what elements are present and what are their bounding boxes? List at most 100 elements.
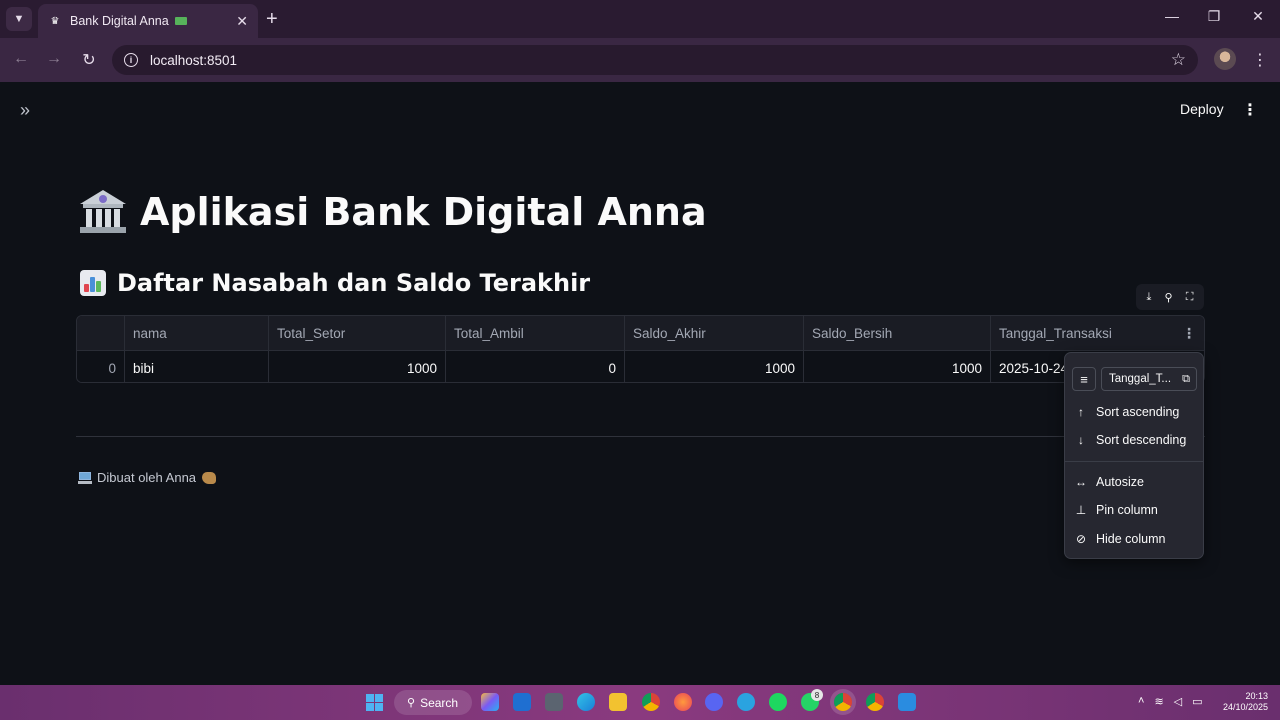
divider [76, 436, 1205, 437]
table-cell[interactable]: 1000 [625, 351, 804, 382]
bookmark-star-icon[interactable]: ☆ [1171, 50, 1186, 70]
fullscreen-icon[interactable]: ⛶ [1186, 291, 1194, 304]
search-icon[interactable]: ⚲ [1165, 291, 1173, 304]
download-icon[interactable]: ⤓ [1147, 291, 1152, 304]
column-header-total-setor[interactable]: Total_Setor [269, 316, 446, 350]
subheader-text: Daftar Nasabah dan Saldo Terakhir [117, 269, 591, 297]
telegram-icon[interactable] [737, 693, 755, 711]
tab-search-button[interactable]: ▼ [6, 7, 32, 31]
column-header-total-ambil[interactable]: Total_Ambil [446, 316, 625, 350]
resize-horizontal-icon: ↔ [1075, 475, 1087, 489]
menu-item-label: Sort ascending [1096, 405, 1180, 419]
forward-icon[interactable]: → [44, 50, 64, 68]
column-header-label: Tanggal_Transaksi [999, 325, 1112, 341]
menu-item-label: Pin column [1096, 503, 1158, 517]
eye-off-icon: ⊘ [1075, 532, 1087, 546]
site-info-icon[interactable]: i [124, 53, 138, 67]
table-cell[interactable]: 1000 [269, 351, 446, 382]
search-icon: ⚲ [407, 697, 416, 709]
expand-sidebar-icon[interactable]: » [20, 100, 30, 121]
firefox-icon[interactable] [674, 693, 692, 711]
streamlit-app: » Deploy ⋮ Aplikasi Bank Digital Anna Da… [0, 82, 1280, 685]
sort-ascending-item[interactable]: ↑ Sort ascending [1065, 399, 1203, 425]
page-title-text: Aplikasi Bank Digital Anna [140, 190, 707, 234]
browser-tab-bar: ▼ ♛ Bank Digital Anna ✕ + — ❐ ✕ [0, 0, 1280, 38]
table-cell[interactable]: 1000 [804, 351, 991, 382]
page-title: Aplikasi Bank Digital Anna [80, 190, 707, 234]
copy-icon[interactable]: ⧉ [1182, 373, 1190, 386]
heart-icon [202, 471, 217, 484]
browser-menu-icon[interactable]: ⋮ [1252, 50, 1268, 70]
autosize-item[interactable]: ↔ Autosize [1065, 469, 1203, 495]
column-header-saldo-bersih[interactable]: Saldo_Bersih [804, 316, 991, 350]
app-menu-icon[interactable]: ⋮ [1242, 100, 1258, 120]
reload-icon[interactable]: ↻ [79, 50, 99, 70]
menu-separator [1065, 461, 1203, 462]
column-header-tanggal-transaksi[interactable]: Tanggal_Transaksi ⋮ [991, 316, 1204, 350]
column-context-menu: ≡ Tanggal_T... ⧉ ↑ Sort ascending ↓ Sort… [1064, 352, 1204, 559]
sort-descending-item[interactable]: ↓ Sort descending [1065, 427, 1203, 453]
edge-icon[interactable] [577, 693, 595, 711]
column-header-saldo-akhir[interactable]: Saldo_Akhir [625, 316, 804, 350]
system-tray: ˄ ≋ ◁ ▭ [1138, 695, 1203, 708]
close-tab-icon[interactable]: ✕ [236, 13, 248, 30]
wifi-icon[interactable]: ≋ [1154, 695, 1163, 708]
windows-start-icon[interactable] [366, 694, 383, 711]
column-menu-icon[interactable]: ⋮ [1182, 325, 1196, 342]
pin-column-item[interactable]: ⊥ Pin column [1065, 497, 1203, 523]
table-cell[interactable]: bibi [125, 351, 269, 382]
new-tab-button[interactable]: + [266, 9, 278, 29]
pin-icon: ⊥ [1075, 503, 1087, 517]
column-name-copy-field[interactable]: Tanggal_T... ⧉ [1101, 367, 1197, 391]
taskbar-search[interactable]: ⚲ Search [394, 690, 472, 715]
whatsapp-badge: 8 [811, 689, 823, 701]
discord-icon[interactable] [705, 693, 723, 711]
profile-avatar[interactable] [1214, 48, 1236, 70]
file-explorer-icon[interactable] [609, 693, 627, 711]
back-icon[interactable]: ← [11, 50, 31, 68]
menu-item-label: Sort descending [1096, 433, 1187, 447]
table-cell[interactable]: 0 [446, 351, 625, 382]
arrow-down-icon: ↓ [1078, 433, 1084, 447]
table-row: 0 bibi 1000 0 1000 1000 2025-10-24 [77, 350, 1204, 382]
chrome-profile-icon[interactable] [866, 693, 884, 711]
chevron-down-icon: ▼ [13, 13, 25, 25]
camera-icon[interactable] [545, 693, 563, 711]
security-shield-icon[interactable] [513, 693, 531, 711]
row-index-cell[interactable]: 0 [77, 351, 125, 382]
spotify-icon[interactable] [769, 693, 787, 711]
hide-column-item[interactable]: ⊘ Hide column [1065, 526, 1203, 552]
index-header[interactable] [77, 316, 125, 350]
taskbar: ⚲ Search 8 ˄ ≋ ◁ ▭ 20:13 24/10/2025 [0, 685, 1280, 720]
tab-title: Bank Digital Anna [70, 14, 169, 28]
chrome-active-icon[interactable] [834, 693, 852, 711]
url-text: localhost:8501 [150, 52, 238, 68]
deploy-button[interactable]: Deploy [1180, 101, 1224, 117]
format-menu-icon[interactable]: ≡ [1072, 367, 1096, 391]
minimize-button[interactable]: — [1157, 8, 1187, 24]
copilot-icon[interactable] [481, 693, 499, 711]
bar-chart-icon [80, 270, 106, 296]
browser-toolbar: ← → ↻ i localhost:8501 ☆ ⋮ [0, 38, 1280, 82]
chrome-icon[interactable] [642, 693, 660, 711]
address-bar[interactable]: i localhost:8501 ☆ [112, 45, 1198, 75]
footer-caption: Dibuat oleh Anna [78, 470, 217, 485]
footer-text: Dibuat oleh Anna [97, 470, 197, 485]
volume-icon[interactable]: ◁ [1174, 695, 1182, 708]
vscode-icon[interactable] [898, 693, 916, 711]
column-header-nama[interactable]: nama [125, 316, 269, 350]
browser-tab[interactable]: ♛ Bank Digital Anna ✕ [38, 4, 258, 38]
bank-icon [80, 190, 126, 234]
dataframe-table[interactable]: nama Total_Setor Total_Ambil Saldo_Akhir… [76, 315, 1205, 383]
close-window-button[interactable]: ✕ [1243, 8, 1273, 25]
laptop-icon [78, 471, 92, 484]
clock-date: 24/10/2025 [1222, 702, 1268, 712]
taskbar-clock[interactable]: 20:13 24/10/2025 [1218, 691, 1268, 713]
taskbar-search-label: Search [420, 695, 459, 710]
restore-button[interactable]: ❐ [1199, 8, 1229, 25]
chevron-up-icon[interactable]: ˄ [1138, 695, 1144, 708]
battery-icon[interactable]: ▭ [1192, 695, 1202, 708]
arrow-up-icon: ↑ [1078, 405, 1084, 419]
section-subheader: Daftar Nasabah dan Saldo Terakhir [80, 269, 590, 297]
table-header-row: nama Total_Setor Total_Ambil Saldo_Akhir… [77, 316, 1204, 350]
